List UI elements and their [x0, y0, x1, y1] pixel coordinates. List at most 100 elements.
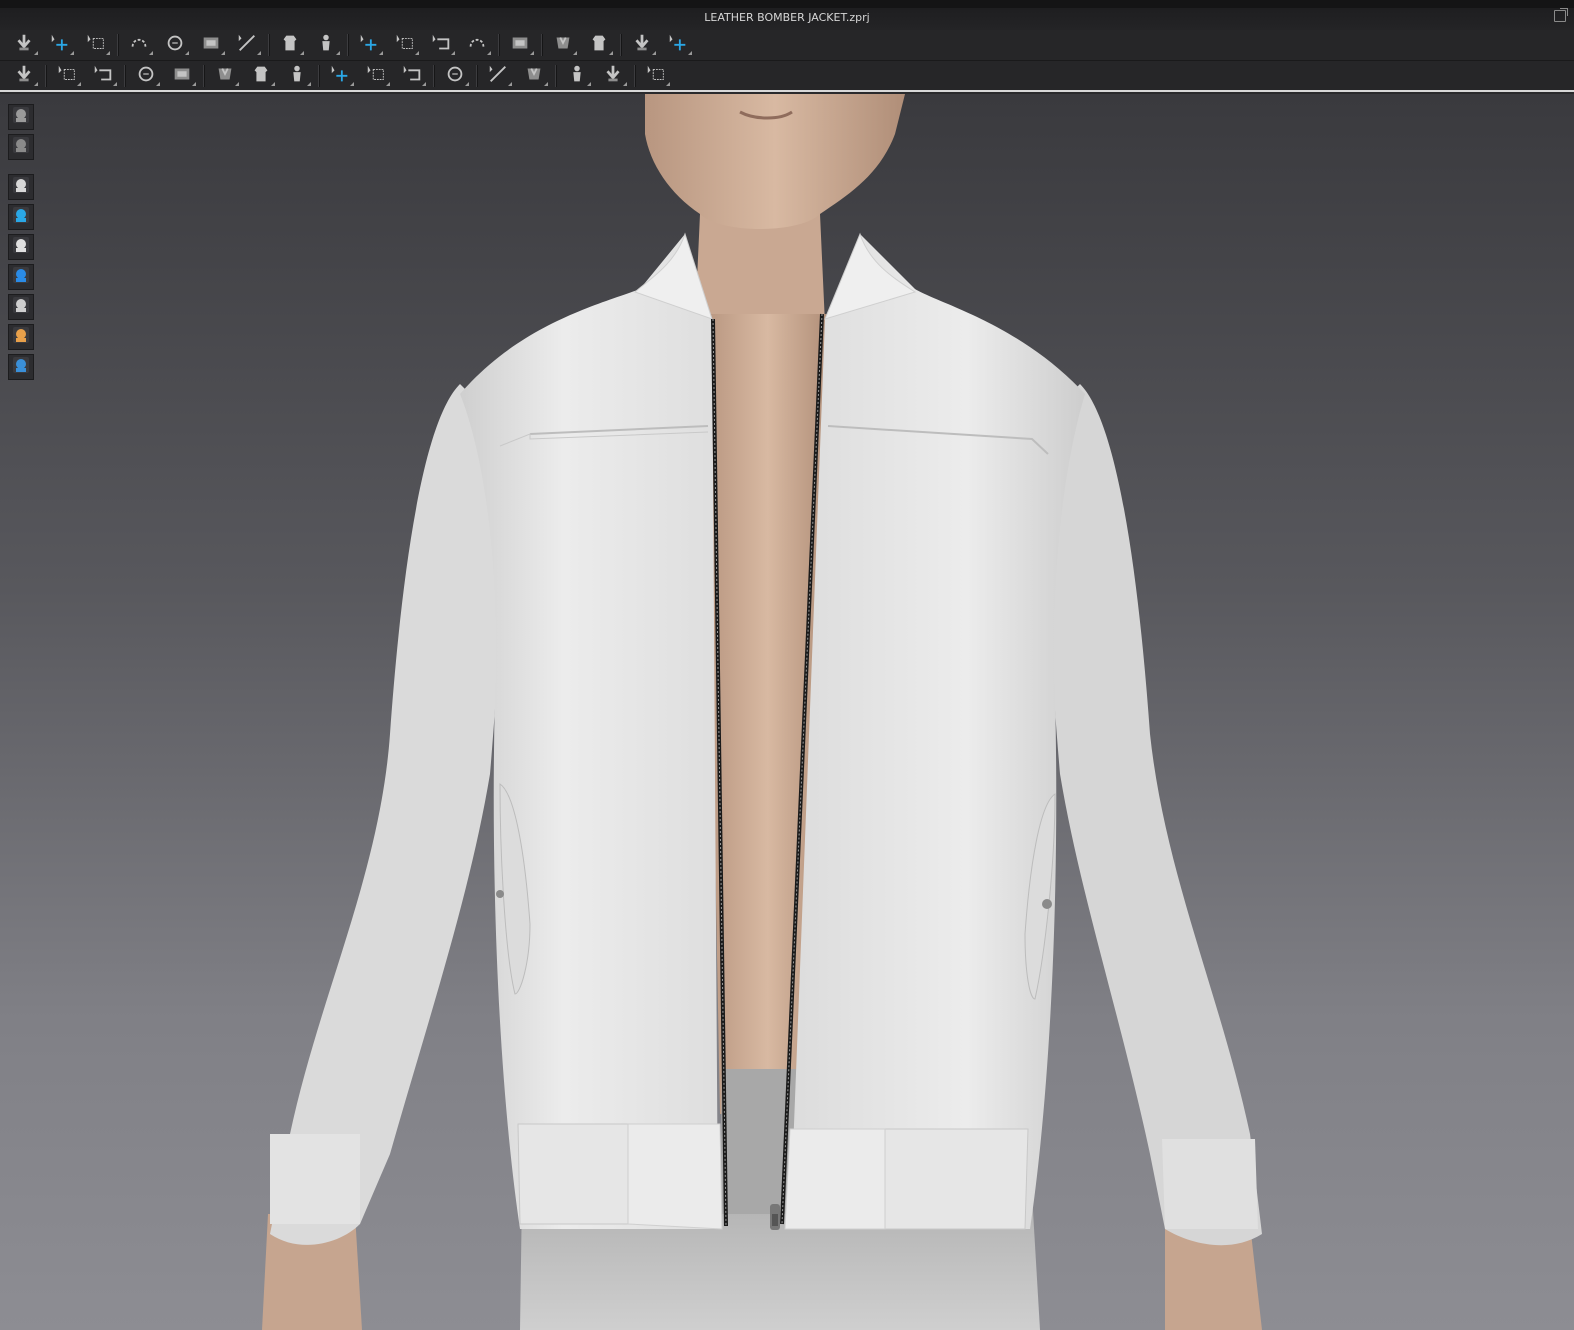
- buttonhole-tool-button[interactable]: [394, 63, 430, 89]
- submenu-corner-icon: [221, 51, 225, 55]
- toolbar-separator: [347, 34, 348, 56]
- submenu-corner-icon: [113, 81, 117, 86]
- measure-axis-tool-button[interactable]: [638, 63, 674, 89]
- add-point-tool-button[interactable]: [229, 32, 265, 58]
- toolbar-top: [0, 30, 1574, 61]
- button-icon: [364, 63, 388, 89]
- submenu-corner-icon: [530, 51, 534, 55]
- show-avatar-icon: [429, 32, 453, 58]
- submenu-corner-icon: [156, 81, 160, 86]
- strengthen-tool-button[interactable]: [164, 63, 200, 89]
- show-avatar-tool-button[interactable]: [423, 32, 459, 58]
- toolbar-separator: [433, 64, 434, 87]
- select-mesh-tool-button[interactable]: [128, 63, 164, 89]
- toolbar-bottom: [0, 61, 1574, 92]
- 3d-viewport[interactable]: [0, 94, 1574, 1330]
- circle-internal-icon: [314, 32, 338, 58]
- tape-measure-icon: [508, 32, 532, 58]
- piping-tool-button[interactable]: [595, 63, 631, 89]
- puckering-icon: [249, 63, 273, 89]
- tack-tool-button[interactable]: [49, 63, 85, 89]
- submenu-corner-icon: [451, 51, 455, 55]
- view-controls-sidebar: [8, 104, 36, 380]
- edit-curve-point-icon: [199, 32, 223, 58]
- garment-scene: [262, 94, 1262, 1330]
- shoe-toggle-button[interactable]: [8, 264, 34, 290]
- show-garment-tool-button[interactable]: [387, 32, 423, 58]
- topstitch-select-tool-button[interactable]: [480, 63, 516, 89]
- internal-line-tool-button[interactable]: [272, 32, 308, 58]
- submenu-corner-icon: [386, 81, 390, 86]
- transform-pattern-tool-button[interactable]: [78, 32, 114, 58]
- toolbar-separator: [634, 64, 635, 87]
- toolbar-separator: [476, 64, 477, 87]
- texture-display-toggle-button[interactable]: [8, 134, 34, 160]
- piping-select-tool-button[interactable]: [559, 63, 595, 89]
- fitting-suit-tool-button[interactable]: [624, 32, 660, 58]
- edit-pattern-tool-button[interactable]: [121, 32, 157, 58]
- select-move-icon: [48, 32, 72, 58]
- toolbar-separator: [555, 64, 556, 87]
- submenu-corner-icon: [652, 51, 656, 55]
- fabric-display-toggle-button[interactable]: [8, 104, 34, 130]
- hair-icon: [11, 295, 31, 319]
- toolbar-separator: [45, 64, 46, 87]
- submenu-corner-icon: [235, 81, 239, 86]
- color-drop-toggle-button[interactable]: [8, 204, 34, 230]
- segment-sewing-tool-button[interactable]: [545, 32, 581, 58]
- topstitch-icon: [522, 63, 546, 89]
- puckering-tool-button[interactable]: [243, 63, 279, 89]
- topstitch-tool-button[interactable]: [516, 63, 552, 89]
- tack-on-avatar-tool-button[interactable]: [85, 63, 121, 89]
- circle-internal-tool-button[interactable]: [308, 32, 344, 58]
- avatar-skin-toggle-button[interactable]: [8, 324, 34, 350]
- zipper-tool-button[interactable]: [437, 63, 473, 89]
- restore-window-button[interactable]: [1554, 8, 1568, 22]
- submenu-corner-icon: [257, 51, 261, 55]
- jacket-left-front: [460, 234, 718, 1229]
- internal-line-icon: [278, 32, 302, 58]
- submenu-corner-icon: [271, 81, 275, 86]
- edit-curve-point-tool-button[interactable]: [193, 32, 229, 58]
- measure-axis-icon: [644, 63, 668, 89]
- submenu-corner-icon: [77, 81, 81, 86]
- submenu-corner-icon: [544, 81, 548, 86]
- submenu-corner-icon: [587, 81, 591, 86]
- garment-shirt-toggle-button[interactable]: [8, 174, 34, 200]
- button-select-tool-button[interactable]: [322, 63, 358, 89]
- edit-curvature-tool-button[interactable]: [157, 32, 193, 58]
- garment-fit-map-tool-button[interactable]: [660, 32, 696, 58]
- shoe-icon: [11, 265, 31, 289]
- fold-arrangement-tool-button[interactable]: [351, 32, 387, 58]
- zipper-icon: [443, 63, 467, 89]
- avatar-motion-icon: [12, 63, 36, 89]
- avatar-motion-tool-button[interactable]: [6, 63, 42, 89]
- toolbar-separator: [268, 34, 269, 56]
- submenu-corner-icon: [609, 51, 613, 55]
- hair-toggle-button[interactable]: [8, 294, 34, 320]
- submenu-corner-icon: [623, 81, 627, 86]
- avatar-figure-toggle-button[interactable]: [8, 234, 34, 260]
- select-move-tool-button[interactable]: [42, 32, 78, 58]
- fold-tool-button[interactable]: [207, 63, 243, 89]
- texture-display-icon: [11, 135, 31, 159]
- title-bar: LEATHER BOMBER JACKET.zprj: [0, 0, 1574, 30]
- submenu-corner-icon: [300, 51, 304, 55]
- jacket-right-front: [790, 234, 1085, 1229]
- fabric-display-icon: [11, 105, 31, 129]
- fold-icon: [213, 63, 237, 89]
- simulation-icon: [12, 32, 36, 58]
- quilting-tool-button[interactable]: [279, 63, 315, 89]
- submenu-corner-icon: [70, 51, 74, 55]
- tape-measure-tool-button[interactable]: [502, 32, 538, 58]
- fold-arrangement-icon: [357, 32, 381, 58]
- environment-globe-toggle-button[interactable]: [8, 354, 34, 380]
- submenu-corner-icon: [465, 81, 469, 86]
- show-arrangement-icon: [465, 32, 489, 58]
- button-tool-button[interactable]: [358, 63, 394, 89]
- window-title: LEATHER BOMBER JACKET.zprj: [704, 11, 870, 24]
- toolbar-separator: [541, 34, 542, 56]
- simulation-tool-button[interactable]: [6, 32, 42, 58]
- show-arrangement-tool-button[interactable]: [459, 32, 495, 58]
- pin-tool-button[interactable]: [581, 32, 617, 58]
